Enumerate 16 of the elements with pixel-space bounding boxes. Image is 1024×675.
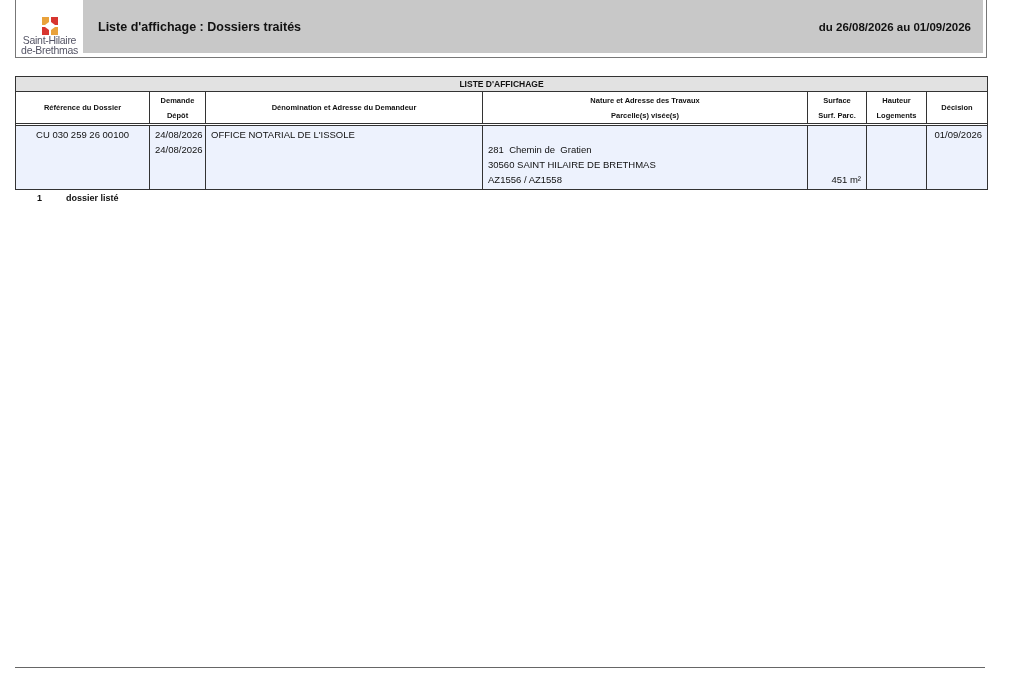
table-cell-text: 281 Chemin de Gratien xyxy=(487,143,593,157)
table-cell-text: AZ1556 / AZ1558 xyxy=(487,173,563,187)
date-range: du 26/08/2026 au 01/09/2026 xyxy=(818,20,971,33)
table-cell-text: OFFICE NOTARIAL DE L'ISSOLE xyxy=(210,128,356,142)
table-cell-text: CU 030 259 26 00100 xyxy=(35,128,130,142)
table-cell-text: 24/08/2026 xyxy=(154,128,204,142)
report-title: Liste d'affichage : Dossiers traités xyxy=(98,19,302,34)
table-title: LISTE D'AFFICHAGE xyxy=(16,77,987,92)
result-label: dossier listé xyxy=(66,193,119,203)
table-cell-text: 01/09/2026 xyxy=(933,128,983,142)
table-cell-text: 451 m² xyxy=(830,173,862,187)
table-cell-text: 24/08/2026 xyxy=(154,143,204,157)
result-count: 1 xyxy=(37,193,42,203)
logo-icon xyxy=(39,17,60,35)
table-cell-text: 30560 SAINT HILAIRE DE BRETHMAS xyxy=(487,158,657,172)
logo-text: Saint-Hilaire de-Brethmas xyxy=(21,35,78,55)
